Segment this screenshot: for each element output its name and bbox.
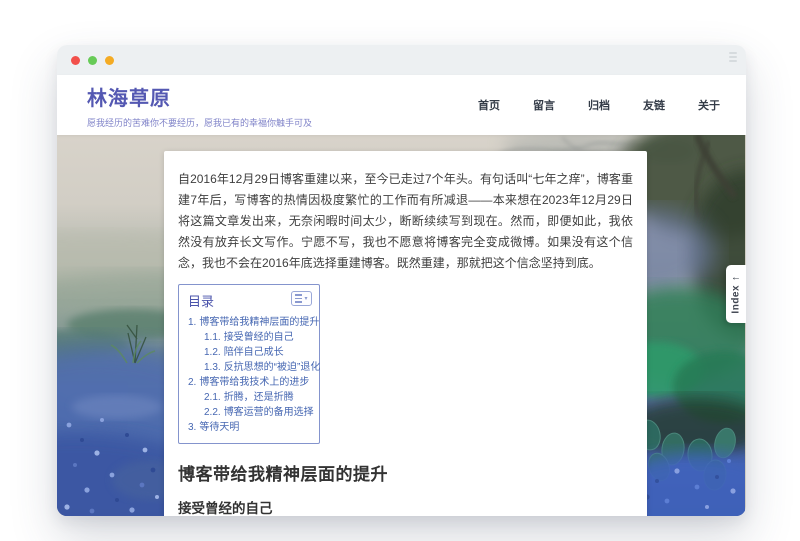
article-card: 自2016年12月29日博客重建以来，至今已走过7个年头。有句话叫“七年之痒”，… bbox=[164, 151, 647, 516]
nav-item-links[interactable]: 友链 bbox=[643, 97, 665, 113]
index-tab-label: Index bbox=[731, 284, 742, 313]
subsection-heading: 接受曾经的自己 bbox=[178, 497, 633, 516]
toc-item[interactable]: 1.博客带给我精神层面的提升 bbox=[188, 315, 310, 330]
site-header: 林海草原 愿我经历的苦难你不要经历，愿我已有的幸福你触手可及 首页 留言 归档 … bbox=[57, 75, 746, 135]
toc-item[interactable]: 1.3.反抗思想的“被迫”退化 bbox=[188, 360, 310, 375]
toc-item[interactable]: 2.1.折腾，还是折腾 bbox=[188, 390, 310, 405]
toc-item[interactable]: 2.2.博客运营的备用选择 bbox=[188, 405, 310, 420]
window-menu-icon bbox=[729, 52, 737, 62]
toc-item[interactable]: 1.1.接受曾经的自己 bbox=[188, 330, 310, 345]
site-title[interactable]: 林海草原 bbox=[87, 82, 312, 111]
page-viewport: 自2016年12月29日博客重建以来，至今已走过7个年头。有句话叫“七年之痒”，… bbox=[57, 135, 746, 516]
toc-toggle-button[interactable]: ▾ bbox=[291, 291, 312, 306]
site-brand[interactable]: 林海草原 愿我经历的苦难你不要经历，愿我已有的幸福你触手可及 bbox=[87, 82, 312, 129]
minimize-window-icon[interactable] bbox=[88, 56, 97, 65]
index-side-tab[interactable]: Index ↑ bbox=[726, 265, 746, 323]
nav-item-home[interactable]: 首页 bbox=[478, 97, 500, 113]
zoom-window-icon[interactable] bbox=[105, 56, 114, 65]
nav-item-about[interactable]: 关于 bbox=[698, 97, 720, 113]
main-nav: 首页 留言 归档 友链 关于 bbox=[478, 97, 720, 113]
toc-item[interactable]: 2.博客带给我技术上的进步 bbox=[188, 375, 310, 390]
nav-item-guestbook[interactable]: 留言 bbox=[533, 97, 555, 113]
toc-item[interactable]: 1.2.陪伴自己成长 bbox=[188, 345, 310, 360]
section-heading: 博客带给我精神层面的提升 bbox=[178, 460, 633, 485]
browser-window: 林海草原 愿我经历的苦难你不要经历，愿我已有的幸福你触手可及 首页 留言 归档 … bbox=[57, 45, 746, 516]
article-intro-paragraph: 自2016年12月29日博客重建以来，至今已走过7个年头。有句话叫“七年之痒”，… bbox=[178, 169, 633, 274]
list-icon bbox=[295, 294, 302, 303]
close-window-icon[interactable] bbox=[71, 56, 80, 65]
site-subtitle: 愿我经历的苦难你不要经历，愿我已有的幸福你触手可及 bbox=[87, 116, 312, 129]
window-titlebar bbox=[57, 45, 746, 75]
arrow-up-icon: ↑ bbox=[731, 275, 742, 281]
nav-item-archive[interactable]: 归档 bbox=[588, 97, 610, 113]
table-of-contents: 目录 ▾ 1.博客带给我精神层面的提升 1.1.接受曾经的自己 1.2.陪伴自己… bbox=[178, 284, 320, 444]
chevron-down-icon: ▾ bbox=[304, 296, 307, 302]
toc-item[interactable]: 3.等待天明 bbox=[188, 420, 310, 435]
